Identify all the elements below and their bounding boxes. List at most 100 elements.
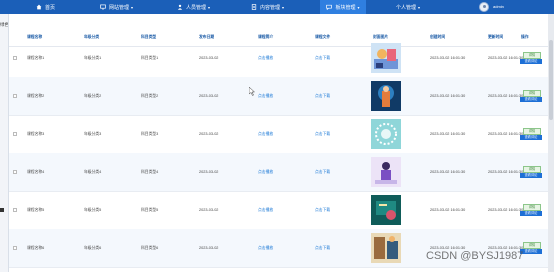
view-comments-button[interactable]: 查看评论: [520, 173, 542, 178]
avatar[interactable]: [479, 2, 489, 12]
admin-username[interactable]: admin: [493, 0, 504, 14]
play-intro-link[interactable]: 点击播放: [258, 77, 273, 115]
cell-course-name: 课程名称2: [27, 94, 45, 98]
cell-publish-date: 2023-03-02: [199, 132, 219, 136]
nav-people-management[interactable]: 人员管理 ▾: [177, 0, 210, 14]
nav-board-management-label: 板块管理: [335, 4, 356, 11]
nav-home-label: 首页: [45, 4, 56, 11]
detail-button[interactable]: 详情: [523, 90, 541, 97]
play-intro-link[interactable]: 点击播放: [258, 229, 273, 267]
download-file-link[interactable]: 点击下载: [315, 191, 330, 229]
cell-subject: 科目类型6: [141, 246, 159, 250]
nav-site-management[interactable]: 网站管理 ▾: [100, 0, 133, 14]
row-checkbox[interactable]: [13, 94, 17, 98]
cover-thumbnail[interactable]: [371, 195, 401, 225]
chevron-down-icon: ▾: [418, 4, 421, 10]
user-icon: [177, 4, 183, 10]
mouse-cursor-icon: [249, 87, 255, 96]
play-intro-link[interactable]: 点击播放: [258, 115, 273, 153]
cover-thumbnail[interactable]: [371, 43, 401, 73]
download-file-link[interactable]: 点击下载: [315, 77, 330, 115]
table-row: 课程名称1 年级分类1 科目类型1 2023-03-02 点击播放 点击下载 2…: [9, 39, 549, 78]
cell-publish-date: 2023-03-02: [199, 170, 219, 174]
nav-content-management[interactable]: 内容管理 ▾: [251, 0, 284, 14]
cell-publish-date: 2023-03-02: [199, 208, 219, 212]
row-checkbox[interactable]: [13, 208, 17, 212]
cell-updated-time: 2023-03-02 16:01:30: [488, 170, 524, 174]
detail-button[interactable]: 详情: [523, 166, 541, 173]
view-comments-button[interactable]: 查看评论: [520, 59, 542, 64]
cover-thumbnail[interactable]: [371, 81, 401, 111]
cell-publish-date: 2023-03-02: [199, 246, 219, 250]
chat-icon: [326, 4, 333, 10]
detail-button[interactable]: 详情: [523, 204, 541, 211]
cell-updated-time: 2023-03-02 16:01:30: [488, 132, 524, 136]
left-sidebar-edge: [0, 14, 8, 272]
view-comments-button[interactable]: 查看评论: [520, 211, 542, 216]
cell-grade: 年级分类2: [84, 94, 102, 98]
cell-grade: 年级分类6: [84, 246, 102, 250]
cell-updated-time: 2023-03-02 16:01:30: [488, 208, 524, 212]
cell-updated-time: 2023-03-02 16:01:30: [488, 94, 524, 98]
cover-illustration-4: [371, 157, 401, 187]
nav-content-management-label: 内容管理: [260, 4, 281, 11]
cell-subject: 科目类型4: [141, 170, 159, 174]
table-row: 课程名称2 年级分类2 科目类型2 2023-03-02 点击播放 点击下载 2…: [9, 77, 549, 116]
download-file-link[interactable]: 点击下载: [315, 115, 330, 153]
cell-subject: 科目类型5: [141, 208, 159, 212]
nav-personal-management[interactable]: 个人管理 ▾: [396, 0, 420, 14]
cell-grade: 年级分类1: [84, 56, 102, 60]
scrollbar-thumb[interactable]: [549, 40, 553, 120]
home-icon: [36, 4, 42, 10]
cover-thumbnail[interactable]: [371, 233, 401, 263]
cell-grade: 年级分类3: [84, 132, 102, 136]
cell-course-name: 课程名称6: [27, 246, 45, 250]
download-file-link[interactable]: 点击下载: [315, 39, 330, 77]
monitor-icon: [100, 4, 106, 10]
detail-button[interactable]: 详情: [523, 242, 541, 249]
cell-course-name: 课程名称5: [27, 208, 45, 212]
chevron-down-icon: ▾: [208, 4, 211, 10]
cover-illustration-2: [371, 81, 401, 111]
cell-grade: 年级分类5: [84, 208, 102, 212]
cell-subject: 科目类型2: [141, 94, 159, 98]
play-intro-link[interactable]: 点击播放: [258, 153, 273, 191]
course-table-panel: 课程名称 年级分类 科目类型 发布日期 课程简介 课程文件 封面图片 创建时间 …: [8, 14, 549, 272]
view-comments-button[interactable]: 查看评论: [520, 135, 542, 140]
chevron-down-icon: ▾: [282, 4, 285, 10]
table-row: 课程名称3 年级分类3 科目类型3 2023-03-02 点击播放 点击下载 2…: [9, 115, 549, 154]
row-checkbox[interactable]: [13, 132, 17, 136]
chevron-down-icon: ▾: [131, 4, 134, 10]
cover-illustration-6: [371, 233, 401, 263]
document-icon: [251, 4, 257, 10]
nav-people-management-label: 人员管理: [186, 4, 207, 11]
detail-button[interactable]: 详情: [523, 128, 541, 135]
nav-site-management-label: 网站管理: [109, 4, 130, 11]
play-intro-link[interactable]: 点击播放: [258, 39, 273, 77]
cell-course-name: 课程名称3: [27, 132, 45, 136]
top-navigation-bar: 首页 网站管理 ▾ 人员管理 ▾ 内容管理 ▾ 板块管理 ▾ 个人管理 ▾ ad…: [0, 0, 554, 14]
cell-created-time: 2023-03-02 16:01:30: [430, 132, 466, 136]
cover-thumbnail[interactable]: [371, 157, 401, 187]
cell-subject: 科目类型3: [141, 132, 159, 136]
nav-personal-management-label: 个人管理: [396, 4, 417, 11]
detail-button[interactable]: 详情: [523, 52, 541, 59]
cell-created-time: 2023-03-02 16:01:30: [430, 208, 466, 212]
cell-publish-date: 2023-03-02: [199, 56, 219, 60]
nav-home[interactable]: 首页: [36, 0, 55, 14]
download-file-link[interactable]: 点击下载: [315, 153, 330, 191]
row-checkbox[interactable]: [13, 56, 17, 60]
row-checkbox[interactable]: [13, 170, 17, 174]
cover-thumbnail[interactable]: [371, 119, 401, 149]
play-intro-link[interactable]: 点击播放: [258, 191, 273, 229]
row-checkbox[interactable]: [13, 246, 17, 250]
nav-board-management[interactable]: 板块管理 ▾: [320, 0, 366, 14]
download-file-link[interactable]: 点击下载: [315, 229, 330, 267]
cell-course-name: 课程名称4: [27, 170, 45, 174]
view-comments-button[interactable]: 查看评论: [520, 97, 542, 102]
cover-illustration-5: [371, 195, 401, 225]
cell-created-time: 2023-03-02 16:01:30: [430, 170, 466, 174]
cell-grade: 年级分类4: [84, 170, 102, 174]
cell-subject: 科目类型1: [141, 56, 159, 60]
sidebar-handle: [0, 208, 4, 212]
